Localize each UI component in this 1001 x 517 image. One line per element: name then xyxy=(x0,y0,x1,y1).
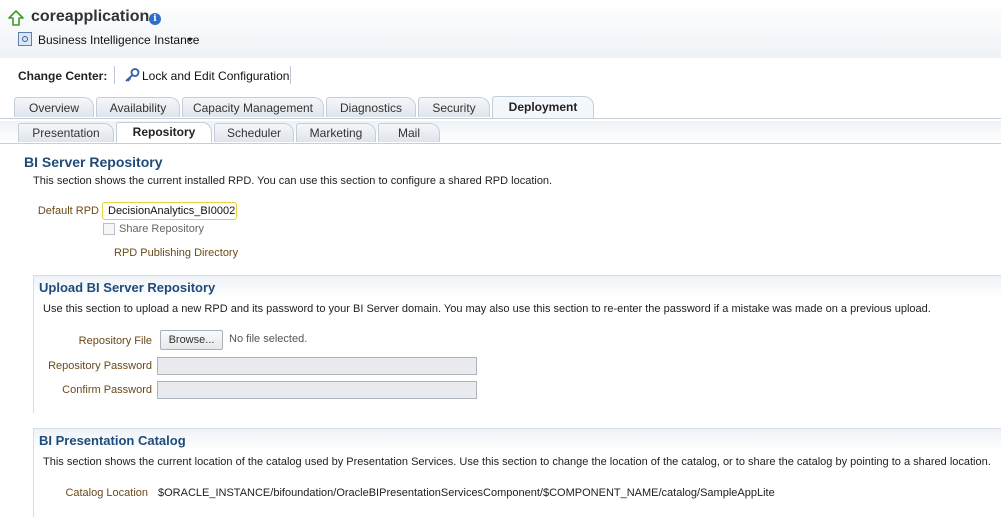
instance-icon xyxy=(18,32,32,46)
browse-button[interactable]: Browse... xyxy=(160,330,223,350)
chevron-down-icon[interactable] xyxy=(187,38,193,42)
repository-password-label: Repository Password xyxy=(48,360,152,372)
subtab-mail[interactable]: Mail xyxy=(378,123,440,142)
tab-overview[interactable]: Overview xyxy=(14,97,94,117)
repository-password-input[interactable] xyxy=(157,357,477,375)
page-header xyxy=(0,0,1001,58)
bi-server-repository-heading: BI Server Repository xyxy=(24,154,163,170)
catalog-description: This section shows the current location … xyxy=(43,456,991,468)
instance-menu[interactable]: Business Intelligence Instance xyxy=(38,33,199,47)
subtab-scheduler[interactable]: Scheduler xyxy=(214,123,294,142)
share-repository-checkbox[interactable] xyxy=(103,223,115,235)
subtab-marketing[interactable]: Marketing xyxy=(296,123,376,142)
no-file-text: No file selected. xyxy=(229,333,308,345)
confirm-password-label: Confirm Password xyxy=(62,384,152,396)
up-arrow-icon[interactable] xyxy=(8,10,24,26)
subtab-repository[interactable]: Repository xyxy=(116,122,212,143)
tab-capacity-management[interactable]: Capacity Management xyxy=(182,97,324,117)
rpd-publishing-directory-label: RPD Publishing Directory xyxy=(114,247,239,259)
tab-deployment[interactable]: Deployment xyxy=(492,96,594,118)
catalog-location-value: $ORACLE_INSTANCE/bifoundation/OracleBIPr… xyxy=(158,487,775,499)
tab-availability[interactable]: Availability xyxy=(96,97,180,117)
subtab-presentation[interactable]: Presentation xyxy=(18,123,114,142)
default-rpd-label: Default RPD xyxy=(37,205,99,217)
page-title: coreapplication xyxy=(31,8,150,25)
tab-security[interactable]: Security xyxy=(418,97,490,117)
upload-description: Use this section to upload a new RPD and… xyxy=(43,303,931,315)
default-rpd-field[interactable]: DecisionAnalytics_BI0002 xyxy=(102,202,237,220)
catalog-heading: BI Presentation Catalog xyxy=(39,433,186,448)
upload-heading: Upload BI Server Repository xyxy=(39,280,216,295)
divider xyxy=(114,66,115,84)
key-icon[interactable] xyxy=(124,68,140,82)
tab-diagnostics[interactable]: Diagnostics xyxy=(326,97,416,117)
confirm-password-input[interactable] xyxy=(157,381,477,399)
lock-and-edit-link[interactable]: Lock and Edit Configuration xyxy=(142,69,289,83)
share-repository-label: Share Repository xyxy=(119,223,204,235)
change-center-label: Change Center: xyxy=(18,69,108,83)
catalog-location-label: Catalog Location xyxy=(65,487,148,499)
divider xyxy=(290,66,291,84)
bi-server-repository-description: This section shows the current installed… xyxy=(33,175,553,187)
info-icon[interactable]: i xyxy=(149,13,161,25)
repository-file-label: Repository File xyxy=(78,335,152,347)
